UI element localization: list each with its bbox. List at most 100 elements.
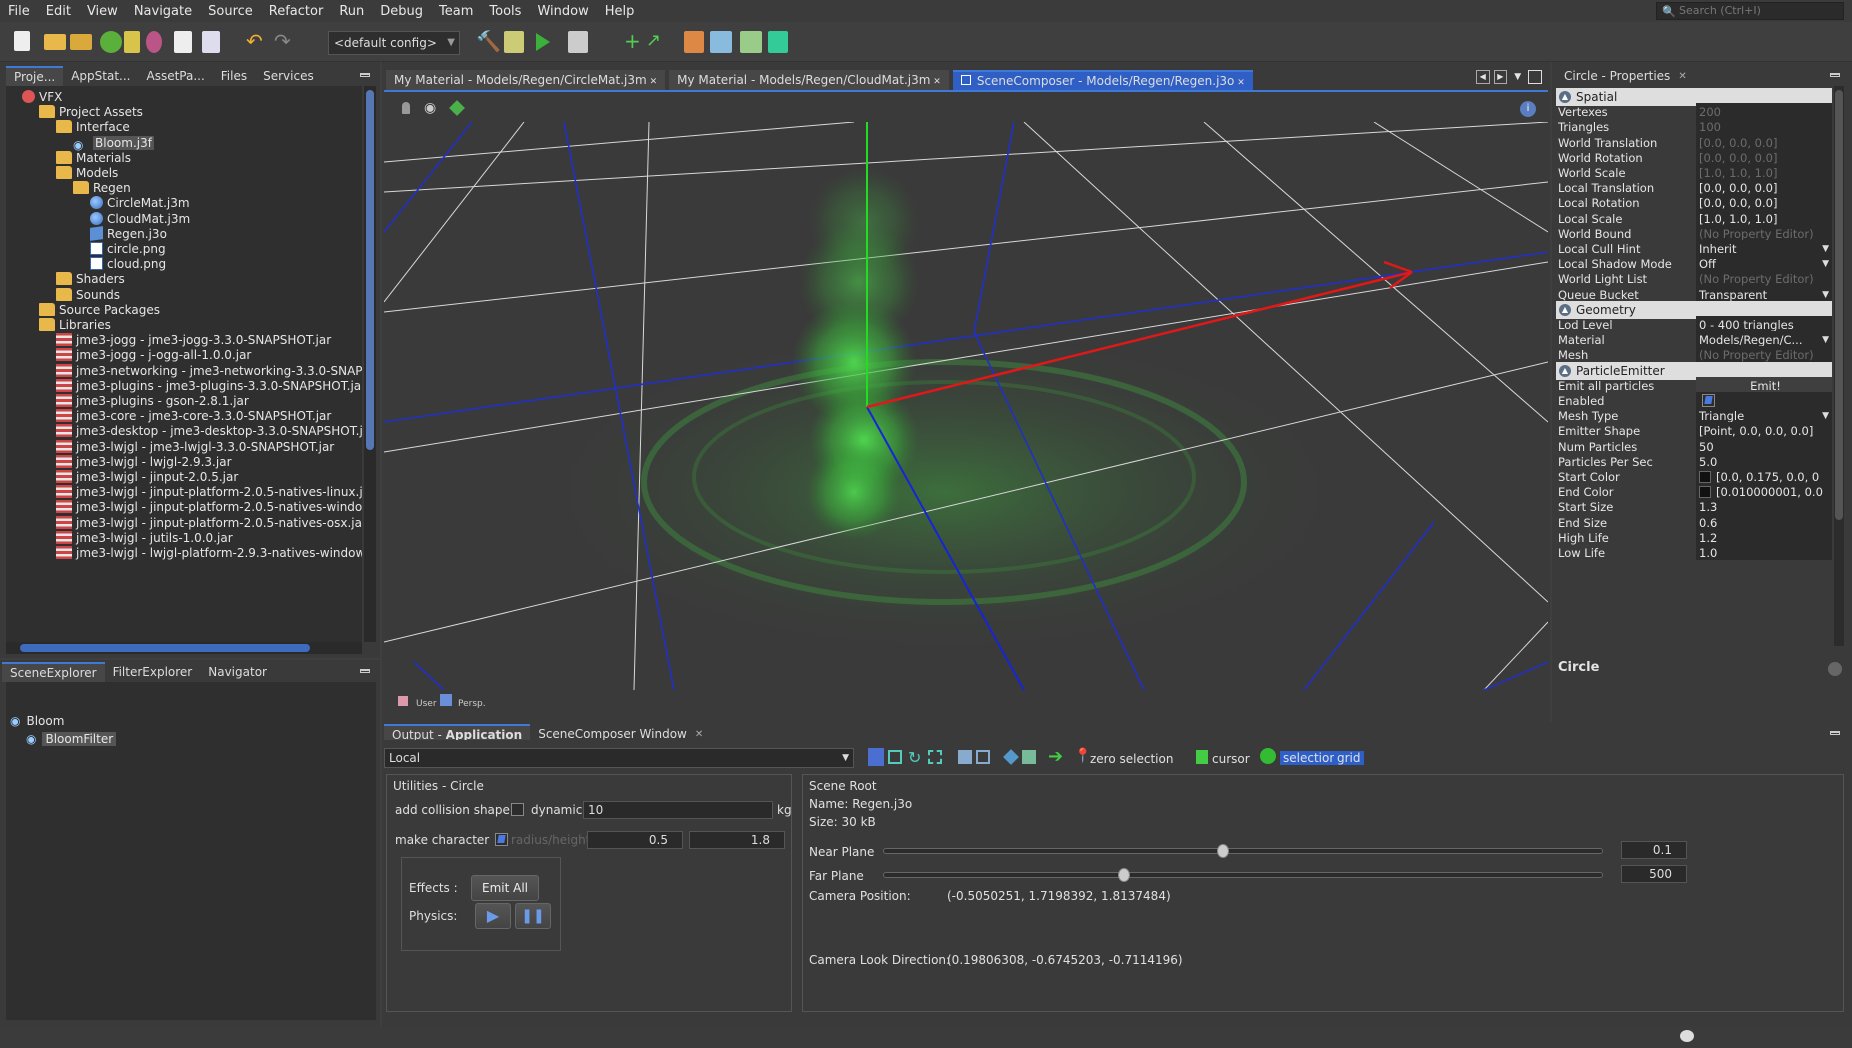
- new-project-icon[interactable]: [44, 34, 66, 50]
- eye-icon[interactable]: ◉: [26, 732, 36, 746]
- editor-tab[interactable]: My Material - Models/Regen/CloudMat.j3m …: [669, 70, 949, 90]
- redo-icon[interactable]: ↷: [274, 31, 296, 53]
- menu-source[interactable]: Source: [200, 4, 261, 19]
- menu-run[interactable]: Run: [331, 4, 372, 19]
- radius-input[interactable]: 0.5: [587, 831, 683, 849]
- filter-icon[interactable]: [124, 31, 140, 53]
- pause-button[interactable]: ❚❚: [515, 903, 551, 929]
- info-icon[interactable]: i: [1520, 101, 1536, 117]
- cube-icon[interactable]: [449, 100, 465, 116]
- undo-icon[interactable]: ↶: [246, 31, 268, 53]
- menu-view[interactable]: View: [79, 4, 126, 19]
- tab-1[interactable]: AppStat...: [63, 66, 138, 86]
- menu-file[interactable]: File: [0, 4, 38, 19]
- selection-label[interactable]: selection: [1280, 751, 1340, 765]
- box-icon[interactable]: [1003, 749, 1019, 765]
- tab-sceneexplorer[interactable]: SceneExplorer: [2, 662, 105, 682]
- tab-4[interactable]: Services: [255, 66, 322, 86]
- collapse-icon[interactable]: ▲: [1559, 303, 1571, 316]
- eye-icon[interactable]: ◉: [10, 714, 20, 728]
- scroll-right-icon[interactable]: ▶: [1493, 70, 1508, 84]
- minimize-icon[interactable]: [1830, 73, 1840, 77]
- height-input[interactable]: 1.8: [689, 831, 785, 849]
- scene-viewport[interactable]: [384, 122, 1548, 690]
- menu-edit[interactable]: Edit: [38, 4, 79, 19]
- play-button[interactable]: ▶: [475, 903, 511, 929]
- notification-icon[interactable]: [1680, 1030, 1694, 1042]
- slider-knob[interactable]: [1117, 868, 1130, 882]
- project-vertical-scrollbar[interactable]: [364, 86, 376, 642]
- globe-icon[interactable]: [1260, 748, 1276, 764]
- minimize-icon[interactable]: [360, 669, 370, 673]
- rotate-tool-icon[interactable]: ↻: [908, 748, 921, 767]
- tab-3[interactable]: Files: [213, 66, 255, 86]
- near-plane-input[interactable]: 0.1: [1621, 841, 1687, 859]
- terrain-tool-icon[interactable]: [1022, 750, 1036, 764]
- tab-filterexplorer[interactable]: FilterExplorer: [105, 662, 201, 682]
- far-plane-slider[interactable]: [883, 868, 1603, 882]
- clean-build-icon[interactable]: [504, 31, 524, 53]
- build-icon[interactable]: 🔨: [476, 31, 501, 53]
- scene-node[interactable]: ◉ BloomFilter: [26, 730, 117, 748]
- download-icon[interactable]: [100, 31, 122, 53]
- new-file-icon[interactable]: [14, 31, 30, 51]
- arrow-right-icon[interactable]: ➔: [1048, 746, 1063, 767]
- scene-render[interactable]: [384, 122, 1548, 690]
- dynamic-mass-input[interactable]: 10: [583, 801, 773, 819]
- scale-tool-icon[interactable]: [928, 750, 942, 764]
- far-plane-input[interactable]: 500: [1621, 865, 1687, 883]
- light-icon[interactable]: [402, 102, 410, 114]
- editor-tab[interactable]: SceneComposer - Models/Regen/Regen.j3o ✕: [952, 70, 1253, 90]
- user-camera-icon[interactable]: [398, 696, 408, 706]
- search-input[interactable]: 🔍 Search (Ctrl+I): [1656, 2, 1844, 20]
- config-select[interactable]: <default config> ▼: [328, 31, 460, 55]
- grid-label[interactable]: grid: [1334, 751, 1364, 765]
- project-horizontal-scrollbar[interactable]: [6, 642, 362, 654]
- minimize-icon[interactable]: [360, 73, 370, 77]
- scene-node[interactable]: ◉ Bloom: [10, 712, 64, 730]
- cursor-icon[interactable]: [1196, 750, 1208, 764]
- tab-2[interactable]: AssetPa...: [138, 66, 212, 86]
- open-project-icon[interactable]: [70, 34, 92, 50]
- minimize-icon[interactable]: [1830, 731, 1840, 735]
- tab-0[interactable]: Proje...: [6, 66, 64, 86]
- near-plane-slider[interactable]: [883, 844, 1603, 858]
- eye-icon[interactable]: ◉: [424, 100, 436, 116]
- arrow-icon[interactable]: ↗: [646, 31, 668, 53]
- plugin-icon[interactable]: [146, 31, 162, 53]
- emit-all-button[interactable]: Emit All: [471, 875, 539, 901]
- vehicle-icon[interactable]: [768, 31, 788, 53]
- color-swatch[interactable]: [1699, 486, 1711, 499]
- color-swatch[interactable]: [1699, 471, 1711, 483]
- character-checkbox[interactable]: [495, 833, 508, 846]
- debug-icon[interactable]: [568, 31, 588, 53]
- collapse-icon[interactable]: ▲: [1559, 364, 1571, 377]
- select-tool-icon[interactable]: [868, 748, 884, 766]
- property-value[interactable]: 1.0: [1696, 544, 1832, 561]
- menu-navigate[interactable]: Navigate: [126, 4, 200, 19]
- menu-help[interactable]: Help: [597, 4, 643, 19]
- tab-navigator[interactable]: Navigator: [200, 662, 275, 682]
- slider-knob[interactable]: [1216, 844, 1229, 858]
- editor-tab[interactable]: My Material - Models/Regen/CircleMat.j3m…: [386, 70, 666, 90]
- help-icon[interactable]: [1828, 662, 1842, 676]
- transform-space-select[interactable]: Local ▼: [384, 748, 854, 768]
- collision-checkbox[interactable]: [511, 803, 524, 816]
- close-icon[interactable]: ✕: [647, 77, 658, 87]
- menu-team[interactable]: Team: [431, 4, 481, 19]
- menu-tools[interactable]: Tools: [481, 4, 529, 19]
- close-icon[interactable]: ✕: [930, 77, 941, 87]
- scroll-left-icon[interactable]: ◀: [1476, 70, 1490, 84]
- tab-list-icon[interactable]: ▼: [1511, 70, 1524, 84]
- snap-icon[interactable]: [958, 750, 972, 764]
- zero-selection-label[interactable]: zero selection: [1090, 752, 1173, 766]
- collapse-icon[interactable]: ▲: [1559, 91, 1571, 103]
- cursor-label[interactable]: cursor: [1212, 752, 1250, 766]
- grid-snap-icon[interactable]: [976, 750, 990, 764]
- close-icon[interactable]: ✕: [695, 729, 703, 740]
- run-icon[interactable]: [536, 33, 550, 51]
- close-icon[interactable]: ✕: [1678, 71, 1686, 82]
- save-all-icon[interactable]: [202, 31, 220, 53]
- image-icon[interactable]: [684, 31, 704, 53]
- close-icon[interactable]: ✕: [1234, 78, 1245, 88]
